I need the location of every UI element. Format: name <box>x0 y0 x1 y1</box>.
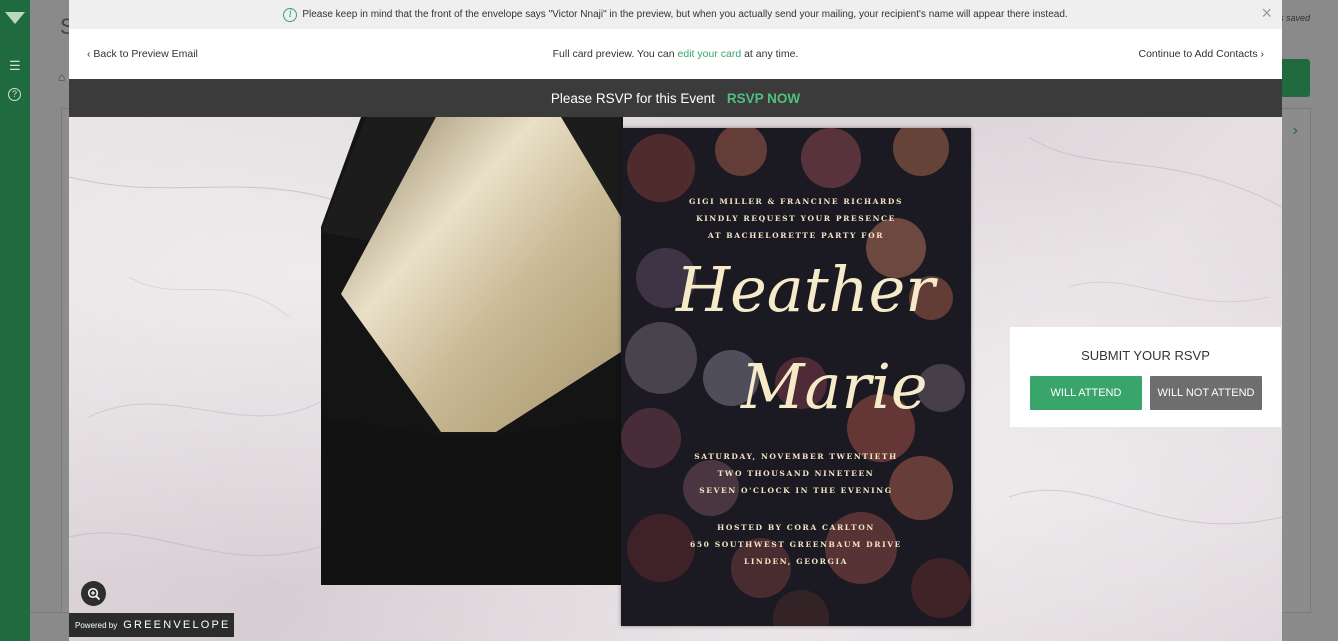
preview-nav: ‹ Back to Preview Email Full card previe… <box>69 29 1282 79</box>
card-name-first: Heather <box>676 253 935 326</box>
invitation-card: GIGI MILLER & FRANCINE RICHARDS KINDLY R… <box>621 128 971 626</box>
card-line-3: AT BACHELORETTE PARTY FOR <box>707 231 885 240</box>
zoom-in-icon <box>87 587 100 600</box>
notice-text: Please keep in mind that the front of th… <box>302 9 1068 20</box>
edit-card-link[interactable]: edit your card <box>678 48 742 60</box>
home-icon[interactable]: ⌂ <box>58 70 65 84</box>
rsvp-bar: Please RSVP for this Event RSVP NOW <box>69 79 1282 117</box>
app-logo-icon[interactable] <box>5 12 25 24</box>
envelope <box>321 117 623 585</box>
close-icon[interactable]: × <box>1261 3 1272 24</box>
preview-stage: GIGI MILLER & FRANCINE RICHARDS KINDLY R… <box>69 117 1282 641</box>
app-sidebar: ☰ ? <box>0 0 30 641</box>
card-host: HOSTED BY CORA CARLTON <box>717 523 875 532</box>
menu-icon[interactable]: ☰ <box>9 58 21 74</box>
card-date-1: SATURDAY, NOVEMBER TWENTIETH <box>694 452 898 461</box>
card-line-2: KINDLY REQUEST YOUR PRESENCE <box>696 214 896 223</box>
card-address-1: 650 SOUTHWEST GREENBAUM DRIVE <box>690 540 902 549</box>
preview-modal: i Please keep in mind that the front of … <box>69 0 1282 641</box>
info-icon: i <box>283 7 298 22</box>
brand-logo: GREENVELOPE <box>123 619 231 631</box>
chevron-right-icon: › <box>1257 48 1264 60</box>
chevron-right-icon[interactable]: › <box>1293 122 1298 140</box>
card-address-2: LINDEN, GEORGIA <box>743 557 849 566</box>
powered-by-label: Powered by <box>75 620 118 630</box>
divider <box>30 612 70 613</box>
zoom-in-button[interactable] <box>81 581 106 606</box>
rsvp-panel-title: SUBMIT YOUR RSVP <box>1081 348 1210 363</box>
continue-label: Continue to Add Contacts <box>1138 48 1258 60</box>
card-date-3: SEVEN O'CLOCK IN THE EVENING <box>699 486 893 495</box>
powered-by-badge[interactable]: Powered by GREENVELOPE <box>69 613 234 637</box>
background-action-button[interactable] <box>1280 59 1310 97</box>
card-line-1: GIGI MILLER & FRANCINE RICHARDS <box>689 197 903 206</box>
help-icon[interactable]: ? <box>8 88 21 101</box>
will-not-attend-button[interactable]: WILL NOT ATTEND <box>1150 376 1262 410</box>
will-attend-button[interactable]: WILL ATTEND <box>1030 376 1142 410</box>
rsvp-panel: SUBMIT YOUR RSVP WILL ATTEND WILL NOT AT… <box>1010 327 1281 427</box>
nav-info-before: Full card preview. You can <box>552 48 678 60</box>
nav-info: Full card preview. You can edit your car… <box>69 48 1282 60</box>
rsvp-now-button[interactable]: RSVP NOW <box>727 91 800 106</box>
rsvp-bar-label: Please RSVP for this Event <box>550 90 715 106</box>
card-name-second: Marie <box>741 350 928 423</box>
nav-info-after: at any time. <box>741 48 799 60</box>
continue-to-add-contacts-link[interactable]: Continue to Add Contacts › <box>1138 48 1264 60</box>
notice-banner: i Please keep in mind that the front of … <box>69 0 1282 29</box>
card-date-2: TWO THOUSAND NINETEEN <box>717 469 875 478</box>
